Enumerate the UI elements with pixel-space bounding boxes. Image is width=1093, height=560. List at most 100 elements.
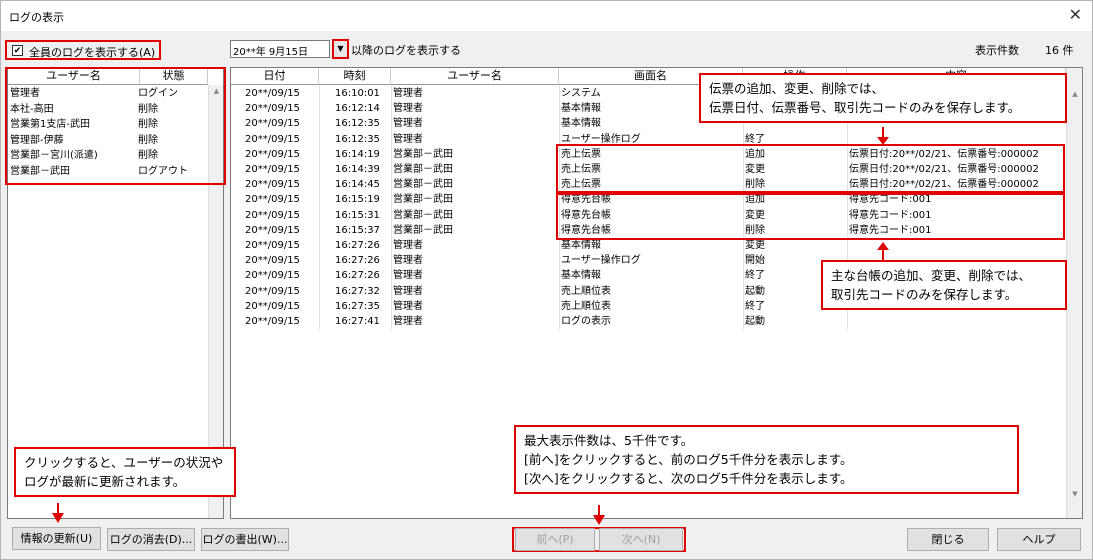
help-button[interactable]: ヘルプ [997, 528, 1081, 551]
date-cell[interactable]: 20**/09/15 [245, 101, 317, 116]
time-cell[interactable]: 16:15:37 [335, 223, 391, 238]
user-cell[interactable]: 営業部－武田 [393, 223, 557, 238]
date-cell[interactable]: 20**/09/15 [245, 223, 317, 238]
log-viewer-window: ログの表示 ✕ ✔ 全員のログを表示する(A) 20**年 9月15日 ▼ 以降… [0, 0, 1093, 560]
user-cell[interactable]: 管理者 [393, 268, 557, 283]
screen-cell[interactable]: 基本情報 [561, 268, 741, 283]
checkbox-check-icon[interactable]: ✔ [12, 45, 23, 56]
user-cell[interactable]: 管理者 [393, 116, 557, 131]
voucher-rows-highlight [556, 144, 1065, 193]
date-cell[interactable]: 20**/09/15 [245, 208, 317, 223]
time-cell[interactable]: 16:14:39 [335, 162, 391, 177]
callout-line: [前へ]をクリックすると、前のログ5千件分を表示します。 [524, 452, 853, 467]
time-cell[interactable]: 16:27:41 [335, 314, 391, 329]
time-cell[interactable]: 16:27:26 [335, 253, 391, 268]
date-cell[interactable]: 20**/09/15 [245, 147, 317, 162]
callout-line: 伝票の追加、変更、削除では、 [709, 81, 885, 96]
scroll-down-icon[interactable]: ▼ [1067, 490, 1082, 498]
user-cell[interactable]: 営業部－武田 [393, 147, 557, 162]
ledger-rows-highlight [556, 193, 1065, 240]
col-header-date[interactable]: 日付 [231, 68, 319, 85]
date-cell[interactable]: 20**/09/15 [245, 162, 317, 177]
screen-cell[interactable]: ユーザー操作ログ [561, 253, 741, 268]
date-cell[interactable]: 20**/09/15 [245, 116, 317, 131]
time-cell[interactable]: 16:15:19 [335, 192, 391, 207]
date-cell[interactable]: 20**/09/15 [245, 177, 317, 192]
ledger-callout: 主な台帳の追加、変更、削除では、 取引先コードのみを保存します。 [821, 260, 1067, 310]
time-cell[interactable]: 16:27:26 [335, 268, 391, 283]
all-users-checkbox[interactable]: ✔ 全員のログを表示する(A) [5, 40, 161, 60]
user-cell[interactable]: 管理者 [393, 253, 557, 268]
col-divider [319, 85, 320, 329]
chevron-down-icon: ▼ [337, 44, 344, 53]
date-cell[interactable]: 20**/09/15 [245, 268, 317, 283]
scroll-up-icon[interactable]: ▲ [1067, 90, 1082, 98]
callout-line: 主な台帳の追加、変更、削除では、 [831, 268, 1032, 283]
time-cell[interactable]: 16:10:01 [335, 86, 391, 101]
paging-arrow [593, 505, 605, 525]
user-list-highlight [5, 67, 226, 185]
date-cell[interactable]: 20**/09/15 [245, 192, 317, 207]
user-cell[interactable]: 営業部－武田 [393, 162, 557, 177]
col-header-time[interactable]: 時刻 [319, 68, 391, 85]
date-cell[interactable]: 20**/09/15 [245, 284, 317, 299]
close-button[interactable]: 閉じる [907, 528, 989, 551]
time-cell[interactable]: 16:14:45 [335, 177, 391, 192]
screen-cell[interactable]: 売上順位表 [561, 284, 741, 299]
count-label: 表示件数 [975, 44, 1019, 57]
date-dropdown-button[interactable]: ▼ [332, 39, 349, 59]
user-cell[interactable]: 管理者 [393, 314, 557, 329]
time-cell[interactable]: 16:14:19 [335, 147, 391, 162]
user-cell[interactable]: 管理者 [393, 86, 557, 101]
screen-cell[interactable]: ログの表示 [561, 314, 741, 329]
refresh-callout: クリックすると、ユーザーの状況や ログが最新に更新されます。 [14, 447, 236, 497]
title-bar: ログの表示 ✕ [1, 1, 1092, 31]
callout-line: ログが最新に更新されます。 [24, 474, 186, 489]
time-cell[interactable]: 16:27:26 [335, 238, 391, 253]
user-cell[interactable]: 営業部－武田 [393, 177, 557, 192]
time-cell[interactable]: 16:12:35 [335, 116, 391, 131]
paging-callout: 最大表示件数は、5千件です。 [前へ]をクリックすると、前のログ5千件分を表示し… [514, 425, 1019, 494]
date-cell[interactable]: 20**/09/15 [245, 86, 317, 101]
prev-button[interactable]: 前へ(P) [515, 528, 595, 551]
close-icon[interactable]: ✕ [1069, 5, 1082, 24]
callout-line: [次へ]をクリックすると、次のログ5千件分を表示します。 [524, 471, 853, 486]
time-cell[interactable]: 16:27:32 [335, 284, 391, 299]
refresh-arrow [52, 503, 64, 523]
time-cell[interactable]: 16:27:35 [335, 299, 391, 314]
time-cell[interactable]: 16:15:31 [335, 208, 391, 223]
user-cell[interactable]: 管理者 [393, 238, 557, 253]
voucher-callout: 伝票の追加、変更、削除では、 伝票日付、伝票番号、取引先コードのみを保存します。 [699, 73, 1067, 123]
user-cell[interactable]: 営業部－武田 [393, 192, 557, 207]
user-cell[interactable]: 管理者 [393, 299, 557, 314]
after-date-label: 以降のログを表示する [351, 44, 461, 57]
refresh-button[interactable]: 情報の更新(U) [12, 527, 101, 550]
next-button[interactable]: 次へ(N) [599, 528, 683, 551]
user-cell[interactable]: 管理者 [393, 132, 557, 147]
user-cell[interactable]: 営業部－武田 [393, 208, 557, 223]
window-title: ログの表示 [9, 11, 64, 24]
col-header-user[interactable]: ユーザー名 [391, 68, 559, 85]
date-field[interactable]: 20**年 9月15日 [230, 40, 330, 58]
all-users-label: 全員のログを表示する(A) [29, 46, 156, 59]
operation-cell[interactable]: 起動 [745, 314, 845, 329]
screen-cell[interactable]: 基本情報 [561, 238, 741, 253]
date-cell[interactable]: 20**/09/15 [245, 253, 317, 268]
time-cell[interactable]: 16:12:35 [335, 132, 391, 147]
date-cell[interactable]: 20**/09/15 [245, 299, 317, 314]
date-cell[interactable]: 20**/09/15 [245, 238, 317, 253]
time-cell[interactable]: 16:12:14 [335, 101, 391, 116]
user-cell[interactable]: 管理者 [393, 284, 557, 299]
user-cell[interactable]: 管理者 [393, 101, 557, 116]
screen-cell[interactable]: 売上順位表 [561, 299, 741, 314]
operation-cell[interactable]: 変更 [745, 238, 845, 253]
callout-line: 伝票日付、伝票番号、取引先コードのみを保存します。 [709, 100, 1021, 115]
export-log-button[interactable]: ログの書出(W)... [201, 528, 289, 551]
callout-line: 取引先コードのみを保存します。 [831, 287, 1018, 302]
voucher-arrow [877, 127, 889, 145]
log-scrollbar[interactable]: ▲ ▼ [1066, 68, 1082, 518]
clear-log-button[interactable]: ログの消去(D)... [107, 528, 195, 551]
date-cell[interactable]: 20**/09/15 [245, 132, 317, 147]
date-cell[interactable]: 20**/09/15 [245, 314, 317, 329]
col-divider [391, 85, 392, 329]
